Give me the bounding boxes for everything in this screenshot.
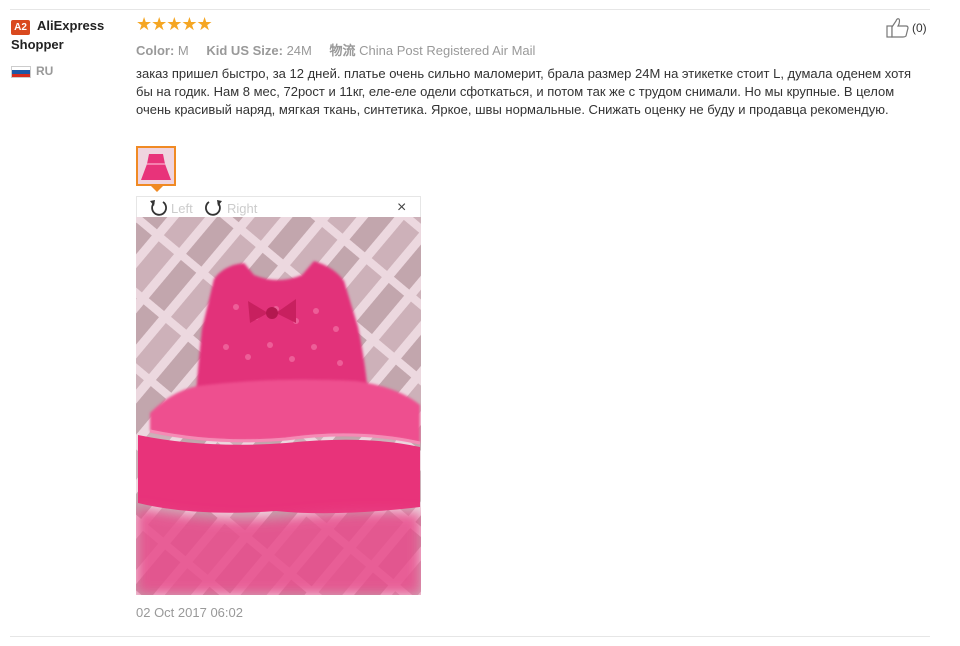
thumbs-up-icon [886,18,909,38]
user-name-line2: Shopper [11,37,64,52]
user-name: AliExpress [37,18,105,33]
order-attributes: Color: M Kid US Size: 24M 物流 China Post … [136,40,549,59]
review-photo-thumbnail[interactable] [136,146,176,186]
dress-thumbnail-image [138,148,174,184]
attr-size-value: 24M [286,43,312,58]
rotate-right-label: Right [227,200,258,216]
attr-size-label: Kid US Size: [206,43,283,58]
rotate-left-icon [150,200,167,216]
rotate-left-button[interactable]: Left [147,198,193,218]
review-photo [136,217,421,595]
helpful-button[interactable]: (0) [886,17,927,39]
rotate-right-button[interactable]: Right [203,198,257,218]
attr-color-value: M [177,43,189,58]
helpful-count: (0) [912,21,927,35]
bottom-divider [10,636,930,637]
close-viewer-button[interactable]: × [397,199,406,217]
attr-color-label: Color: [136,43,175,58]
photo-viewer-toolbar: Left Right × [136,196,421,218]
thumbnail-pointer [151,186,163,192]
country-flag-icon [11,66,31,78]
review-text: заказ пришел быстро, за 12 дней. платье … [136,66,912,117]
top-divider [10,9,930,10]
review-date: 02 Oct 2017 06:02 [136,605,243,620]
attr-shipping-value: China Post Registered Air Mail [359,43,536,58]
rotate-left-label: Left [171,200,193,216]
rotate-right-icon [205,200,222,216]
star-rating: ★★★★★ [136,14,213,34]
attr-shipping-label: 物流 [329,43,356,58]
country-code: RU [36,64,54,78]
level-badge: A2 [11,20,30,35]
dress-photo-image [136,217,421,595]
